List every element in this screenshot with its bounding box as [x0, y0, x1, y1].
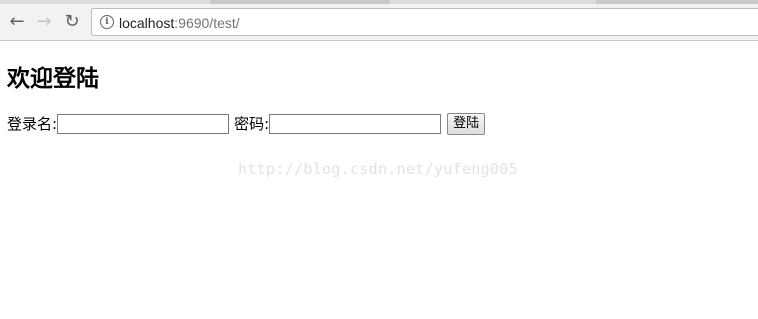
- url-host: localhost: [119, 15, 175, 31]
- back-arrow-icon[interactable]: ←: [6, 11, 28, 33]
- login-button[interactable]: 登陆: [447, 113, 486, 135]
- password-label: 密码:: [234, 115, 270, 133]
- address-bar[interactable]: i localhost:9690/test/: [91, 8, 758, 36]
- watermark: http://blog.csdn.net/yufeng005: [238, 160, 518, 178]
- username-label: 登录名:: [7, 115, 58, 133]
- username-input[interactable]: [57, 114, 230, 134]
- password-input[interactable]: [269, 114, 442, 134]
- reload-icon[interactable]: ↻: [61, 11, 83, 33]
- info-icon[interactable]: i: [100, 15, 114, 29]
- login-form: 登录名: 密码: 登陆: [7, 113, 486, 135]
- page-title: 欢迎登陆: [7, 66, 99, 92]
- browser-toolbar: ← → ↻ i localhost:9690/test/: [0, 4, 758, 41]
- forward-arrow-icon[interactable]: →: [33, 11, 55, 33]
- url-text[interactable]: localhost:9690/test/: [119, 14, 240, 32]
- url-path: :9690/test/: [174, 15, 240, 31]
